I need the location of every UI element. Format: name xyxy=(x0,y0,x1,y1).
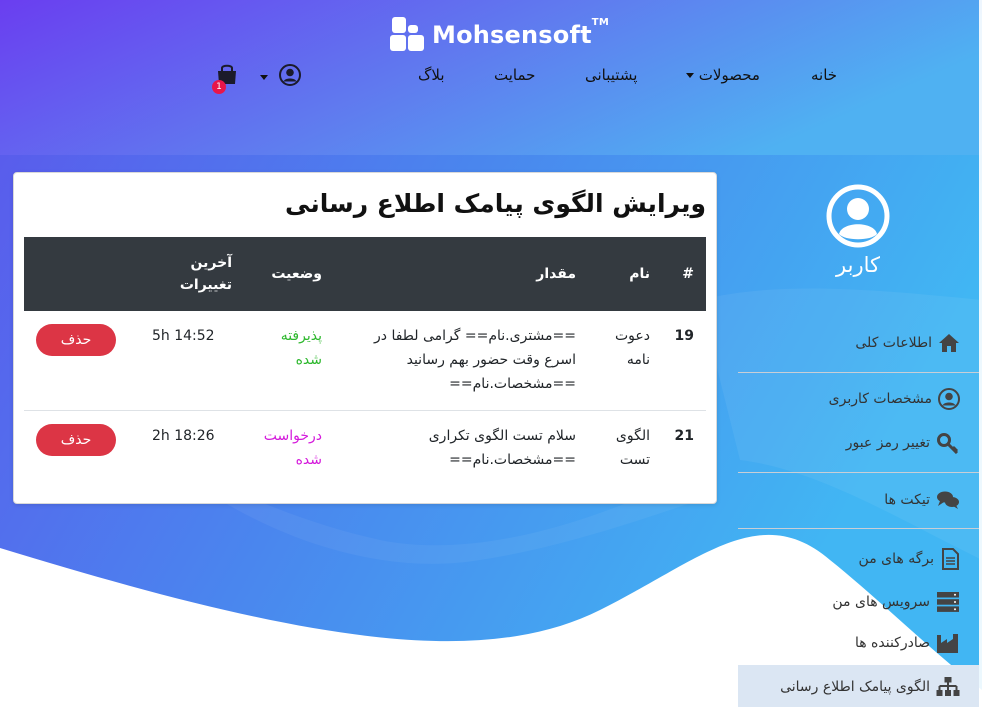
sidebar-item-label: سرویس های من xyxy=(832,594,930,610)
delete-button[interactable]: حذف xyxy=(36,424,116,456)
sidebar-item-label: برگه های من xyxy=(858,551,934,567)
logo-mark-icon xyxy=(390,17,426,53)
column-header-value: مقدار xyxy=(536,266,576,282)
sidebar-item-my-services[interactable]: سرویس های من xyxy=(832,591,960,613)
cart-count-badge: 1 xyxy=(212,80,226,94)
nav-products[interactable]: محصولات xyxy=(686,66,760,84)
sidebar-item-sms-templates[interactable]: الگوی پیامک اطلاع رسانی xyxy=(780,676,960,698)
row-status: پذیرفته شده xyxy=(280,328,322,368)
nav-support[interactable]: پشتیبانی xyxy=(585,66,637,84)
column-header-actions xyxy=(24,237,140,311)
server-icon xyxy=(937,592,959,612)
sidebar-item-tickets[interactable]: تیکت ها xyxy=(884,490,960,510)
row-name: دعوت نامه xyxy=(615,328,650,368)
row-number: 21 xyxy=(674,428,694,444)
sidebar-item-my-pages[interactable]: برگه های من xyxy=(859,548,960,570)
table-row: 21 الگوی تست سلام تست الگوی تکراری ==مشخ… xyxy=(24,411,706,487)
column-header-number: # xyxy=(682,266,694,282)
table-header-row: # نام مقدار وضعیت آخرین تغییرات xyxy=(24,237,706,311)
row-status: درخواست شده xyxy=(263,428,322,468)
nav-blog[interactable]: بلاگ xyxy=(418,66,445,84)
sidebar-divider xyxy=(738,528,979,529)
user-circle-icon[interactable] xyxy=(279,64,301,86)
row-last-change: 2h 18:26 xyxy=(152,428,215,444)
row-value: سلام تست الگوی تکراری ==مشخصات.نام== xyxy=(428,428,576,468)
key-icon xyxy=(937,433,959,454)
chevron-down-icon xyxy=(686,73,694,78)
sidebar-item-profile[interactable]: مشخصات کاربری xyxy=(829,388,960,410)
sidebar-item-general-info[interactable]: اطلاعات کلی xyxy=(855,333,960,353)
logo-text: MohsensoftTM xyxy=(432,17,609,49)
user-menu-chevron-icon[interactable] xyxy=(260,75,268,80)
column-header-name: نام xyxy=(629,266,650,282)
sms-template-table: # نام مقدار وضعیت آخرین تغییرات 19 دعوت … xyxy=(24,237,706,486)
row-last-change: 5h 14:52 xyxy=(152,328,215,344)
user-circle-icon xyxy=(938,388,960,410)
sidebar-divider xyxy=(738,372,979,373)
row-name: الگوی تست xyxy=(615,428,650,468)
home-icon xyxy=(939,334,959,352)
column-header-last-changes: آخرین تغییرات xyxy=(179,255,232,293)
row-value: ==مشتری.نام== گرامی لطفا در اسرع وقت حضو… xyxy=(374,328,576,392)
username: کاربر xyxy=(836,253,880,277)
sidebar-item-label: اطلاعات کلی xyxy=(855,335,932,351)
column-header-status: وضعیت xyxy=(271,266,322,282)
sidebar-item-issuers[interactable]: صادرکننده ها xyxy=(855,632,960,654)
sidebar-item-label: الگوی پیامک اطلاع رسانی xyxy=(780,679,930,695)
avatar xyxy=(826,184,890,248)
sidebar-item-label: تغییر رمز عبور xyxy=(845,435,930,451)
sidebar-item-label: تیکت ها xyxy=(884,492,930,508)
nav-home[interactable]: خانه xyxy=(811,66,837,84)
sms-template-card: ویرایش الگوی پیامک اطلاع رسانی # نام مقد… xyxy=(13,172,717,504)
industry-icon xyxy=(937,634,958,653)
delete-button[interactable]: حذف xyxy=(36,324,116,356)
page-title: ویرایش الگوی پیامک اطلاع رسانی xyxy=(285,189,706,218)
comments-icon xyxy=(937,491,959,509)
sidebar-item-label: صادرکننده ها xyxy=(854,635,930,651)
file-icon xyxy=(942,548,959,570)
table-row: 19 دعوت نامه ==مشتری.نام== گرامی لطفا در… xyxy=(24,311,706,411)
sidebar-item-change-password[interactable]: تغییر رمز عبور xyxy=(846,432,960,454)
sitemap-icon xyxy=(936,677,960,696)
logo[interactable]: MohsensoftTM xyxy=(390,17,609,53)
sidebar-item-label: مشخصات کاربری xyxy=(828,391,932,407)
row-number: 19 xyxy=(674,328,694,344)
nav-sponsorship[interactable]: حمایت xyxy=(494,66,535,84)
sidebar-divider xyxy=(738,472,979,473)
